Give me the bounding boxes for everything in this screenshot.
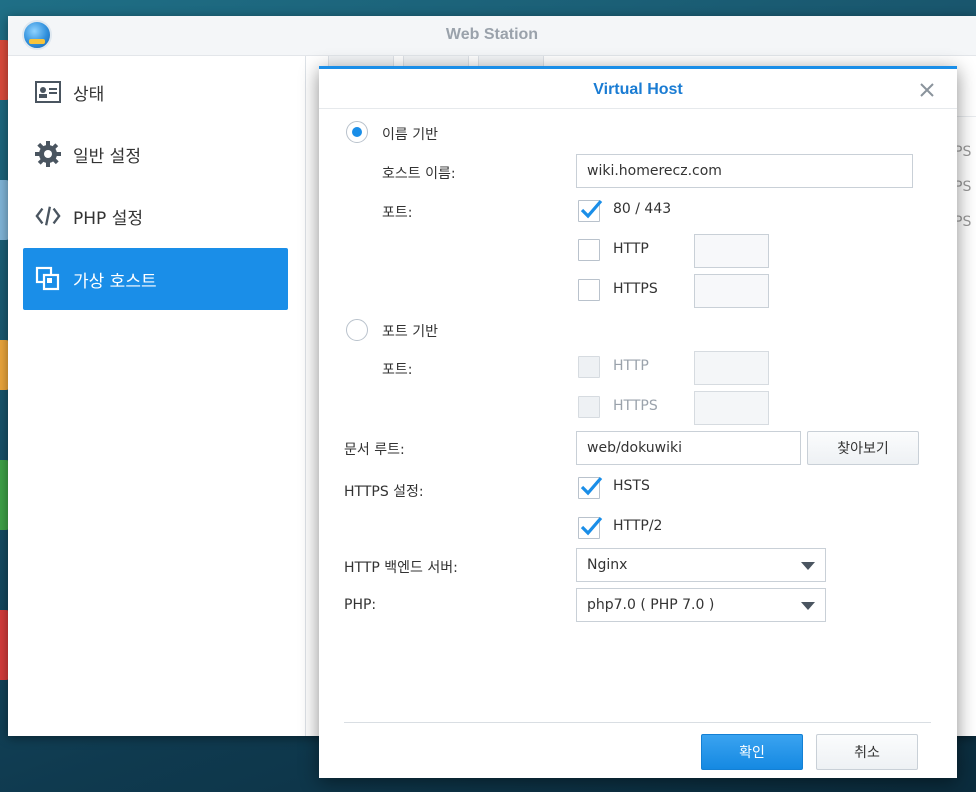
status-card-icon: [35, 79, 61, 105]
sidebar-item-label: 일반 설정: [73, 146, 141, 167]
sidebar-item-general[interactable]: 일반 설정: [23, 123, 288, 185]
code-icon: [35, 203, 61, 229]
virtual-host-dialog: Virtual Host 이름 기반 호스트 이름: wiki.homerecz…: [319, 66, 957, 778]
backend-label: HTTP 백엔드 서버:: [344, 560, 458, 576]
php-select[interactable]: php7.0 ( PHP 7.0 ): [576, 588, 826, 622]
port-http-label: HTTP: [613, 358, 649, 374]
hsts-checkbox[interactable]: [578, 476, 603, 499]
footer-divider: [344, 722, 931, 723]
window-titlebar: Web Station: [8, 16, 976, 56]
port-default-checkbox[interactable]: [578, 199, 603, 222]
sidebar-item-label: 상태: [73, 84, 105, 105]
port-https-label: HTTPS: [613, 398, 658, 414]
port-https-checkbox[interactable]: [578, 396, 600, 418]
backend-selected-value: Nginx: [587, 557, 628, 573]
http2-label: HTTP/2: [613, 518, 663, 534]
sidebar-item-virtual-host[interactable]: 가상 호스트: [23, 248, 288, 310]
php-selected-value: php7.0 ( PHP 7.0 ): [587, 597, 715, 613]
http2-checkbox[interactable]: [578, 516, 603, 539]
dialog-title: Virtual Host: [593, 81, 683, 98]
checkmark-icon: [580, 476, 603, 496]
name-https-checkbox[interactable]: [578, 279, 600, 301]
name-https-port-input[interactable]: [694, 274, 769, 308]
name-port-label: 포트:: [382, 205, 413, 221]
port-default-label: 80 / 443: [613, 201, 672, 217]
hostname-label: 호스트 이름:: [382, 166, 456, 182]
sidebar: 상태 일반 설정 PHP 설정 가상 호스트: [8, 56, 306, 736]
port-based-label: 포트 기반: [382, 324, 438, 340]
backend-select[interactable]: Nginx: [576, 548, 826, 582]
browse-button[interactable]: 찾아보기: [807, 431, 919, 465]
name-based-label: 이름 기반: [382, 127, 438, 143]
gear-icon: [35, 141, 61, 167]
name-http-port-input[interactable]: [694, 234, 769, 268]
ok-button[interactable]: 확인: [701, 734, 803, 770]
chevron-down-icon: [801, 602, 815, 610]
https-settings-label: HTTPS 설정:: [344, 484, 424, 500]
sidebar-item-status[interactable]: 상태: [23, 61, 288, 123]
document-root-label: 문서 루트:: [344, 442, 405, 458]
name-http-checkbox[interactable]: [578, 239, 600, 261]
port-http-checkbox[interactable]: [578, 356, 600, 378]
sidebar-item-php[interactable]: PHP 설정: [23, 185, 288, 247]
document-root-input[interactable]: web/dokuwiki: [576, 431, 801, 465]
sidebar-item-label: PHP 설정: [73, 208, 143, 229]
window-title: Web Station: [445, 26, 539, 43]
chevron-down-icon: [801, 562, 815, 570]
php-label: PHP:: [344, 597, 377, 613]
checkmark-icon: [580, 199, 603, 219]
close-icon[interactable]: [919, 82, 935, 98]
name-based-radio[interactable]: [346, 121, 368, 143]
dialog-header: Virtual Host: [319, 69, 957, 109]
virtual-host-icon: [35, 266, 61, 292]
hsts-label: HSTS: [613, 478, 650, 494]
checkmark-icon: [580, 516, 603, 536]
port-based-radio[interactable]: [346, 319, 368, 341]
port-based-port-label: 포트:: [382, 362, 413, 378]
name-https-label: HTTPS: [613, 281, 658, 297]
hostname-input[interactable]: wiki.homerecz.com: [576, 154, 913, 188]
sidebar-item-label: 가상 호스트: [73, 271, 157, 292]
cancel-button[interactable]: 취소: [816, 734, 918, 770]
name-http-label: HTTP: [613, 241, 649, 257]
port-https-input[interactable]: [694, 391, 769, 425]
port-http-input[interactable]: [694, 351, 769, 385]
